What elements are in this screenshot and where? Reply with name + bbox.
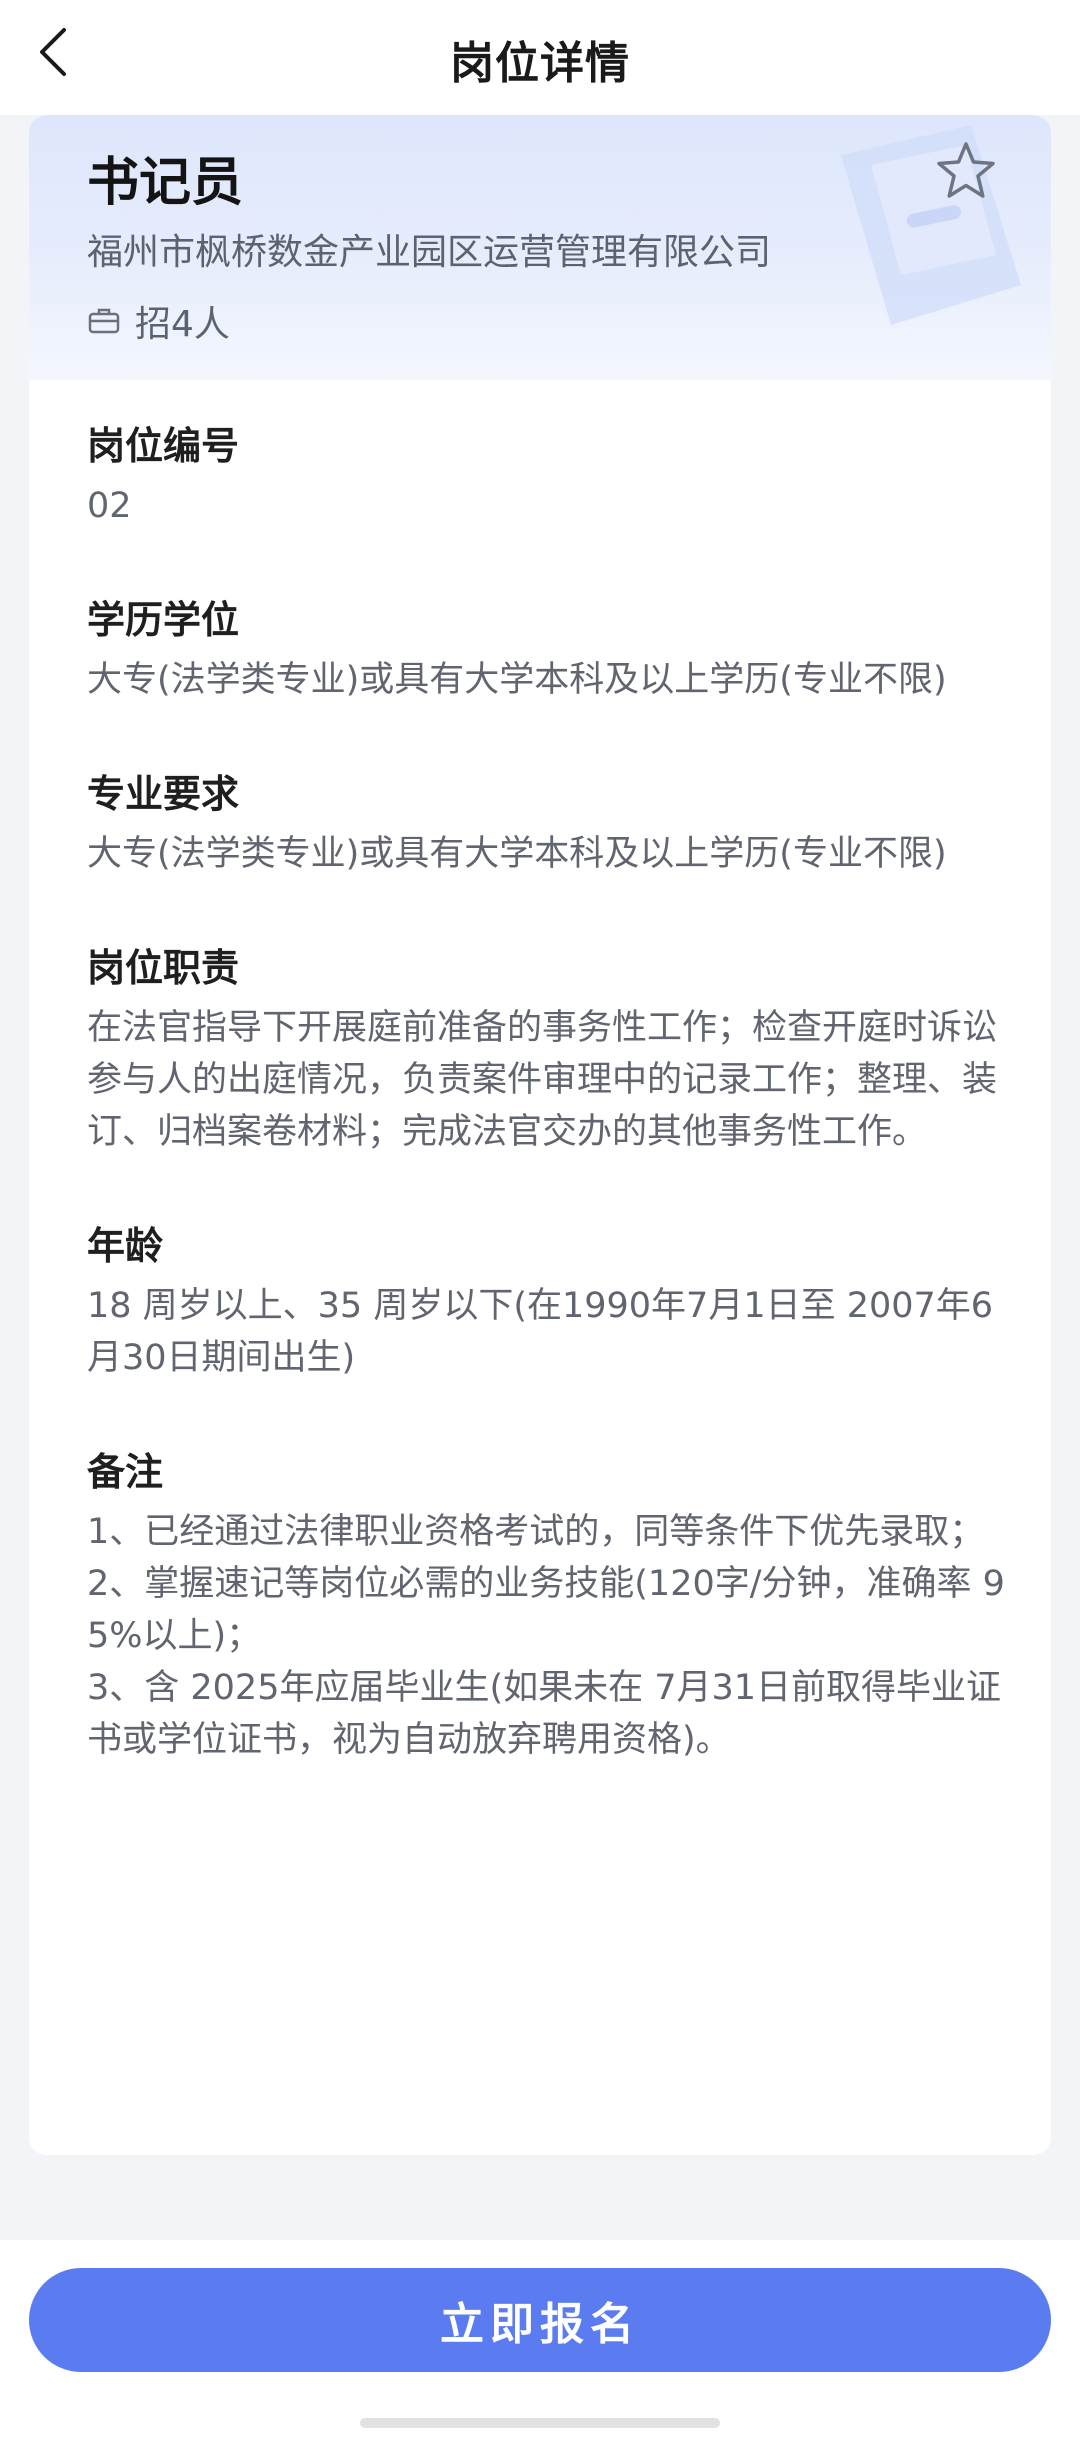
briefcase-icon <box>87 302 125 340</box>
section-value: 大专(法学类专业)或具有大学本科及以上学历(专业不限) <box>87 660 947 700</box>
section-label: 学历学位 <box>87 598 240 642</box>
company-name: 福州市枫桥数金产业园区运营管理有限公司 <box>87 232 772 273</box>
section-label: 岗位职责 <box>87 946 240 990</box>
section-duties: 岗位职责 在法官指导下开展庭前准备的事务性工作；检查开庭时诉讼参与人的出庭情况，… <box>87 942 1027 1158</box>
job-summary: 书记员 福州市枫桥数金产业园区运营管理有限公司 招4人 <box>29 115 1051 380</box>
section-value: 在法官指导下开展庭前准备的事务性工作；检查开庭时诉讼参与人的出庭情况，负责案件审… <box>87 1008 998 1152</box>
job-detail-page: 岗位详情 书记员 福州市枫桥数金产业园区运营管理有限公司 招4人 岗位编号 02… <box>0 0 1080 2447</box>
job-detail-card: 书记员 福州市枫桥数金产业园区运营管理有限公司 招4人 岗位编号 02 学历学位… <box>29 115 1051 2155</box>
section-education: 学历学位 大专(法学类专业)或具有大学本科及以上学历(专业不限) <box>87 594 1027 706</box>
section-value: 1、已经通过法律职业资格考试的，同等条件下优先录取； 2、掌握速记等岗位必需的业… <box>87 1512 1005 1760</box>
star-outline-icon[interactable] <box>935 140 997 202</box>
section-label: 备注 <box>87 1450 164 1494</box>
page-title: 岗位详情 <box>450 38 630 89</box>
hire-count: 招4人 <box>135 304 230 345</box>
section-label: 专业要求 <box>87 772 240 816</box>
section-job-number: 岗位编号 02 <box>87 420 1027 532</box>
apply-button[interactable]: 立即报名 <box>29 2268 1051 2372</box>
section-label: 岗位编号 <box>87 424 240 468</box>
section-age: 年龄 18 周岁以上、35 周岁以下(在1990年7月1日至 2007年6月30… <box>87 1220 1027 1384</box>
top-nav-bar: 岗位详情 <box>0 0 1080 115</box>
bottom-action-bar: 立即报名 <box>0 2240 1080 2447</box>
section-value: 18 周岁以上、35 周岁以下(在1990年7月1日至 2007年6月30日期间… <box>87 1286 994 1378</box>
section-major: 专业要求 大专(法学类专业)或具有大学本科及以上学历(专业不限) <box>87 768 1027 880</box>
section-label: 年龄 <box>87 1224 164 1268</box>
section-value: 大专(法学类专业)或具有大学本科及以上学历(专业不限) <box>87 834 947 874</box>
job-title: 书记员 <box>87 153 244 213</box>
home-indicator <box>360 2418 720 2428</box>
hire-count-row: 招4人 <box>87 295 230 347</box>
section-value: 02 <box>87 486 132 526</box>
section-notes: 备注 1、已经通过法律职业资格考试的，同等条件下优先录取； 2、掌握速记等岗位必… <box>87 1446 1027 1766</box>
job-requirements: 岗位编号 02 学历学位 大专(法学类专业)或具有大学本科及以上学历(专业不限)… <box>87 420 1027 1828</box>
